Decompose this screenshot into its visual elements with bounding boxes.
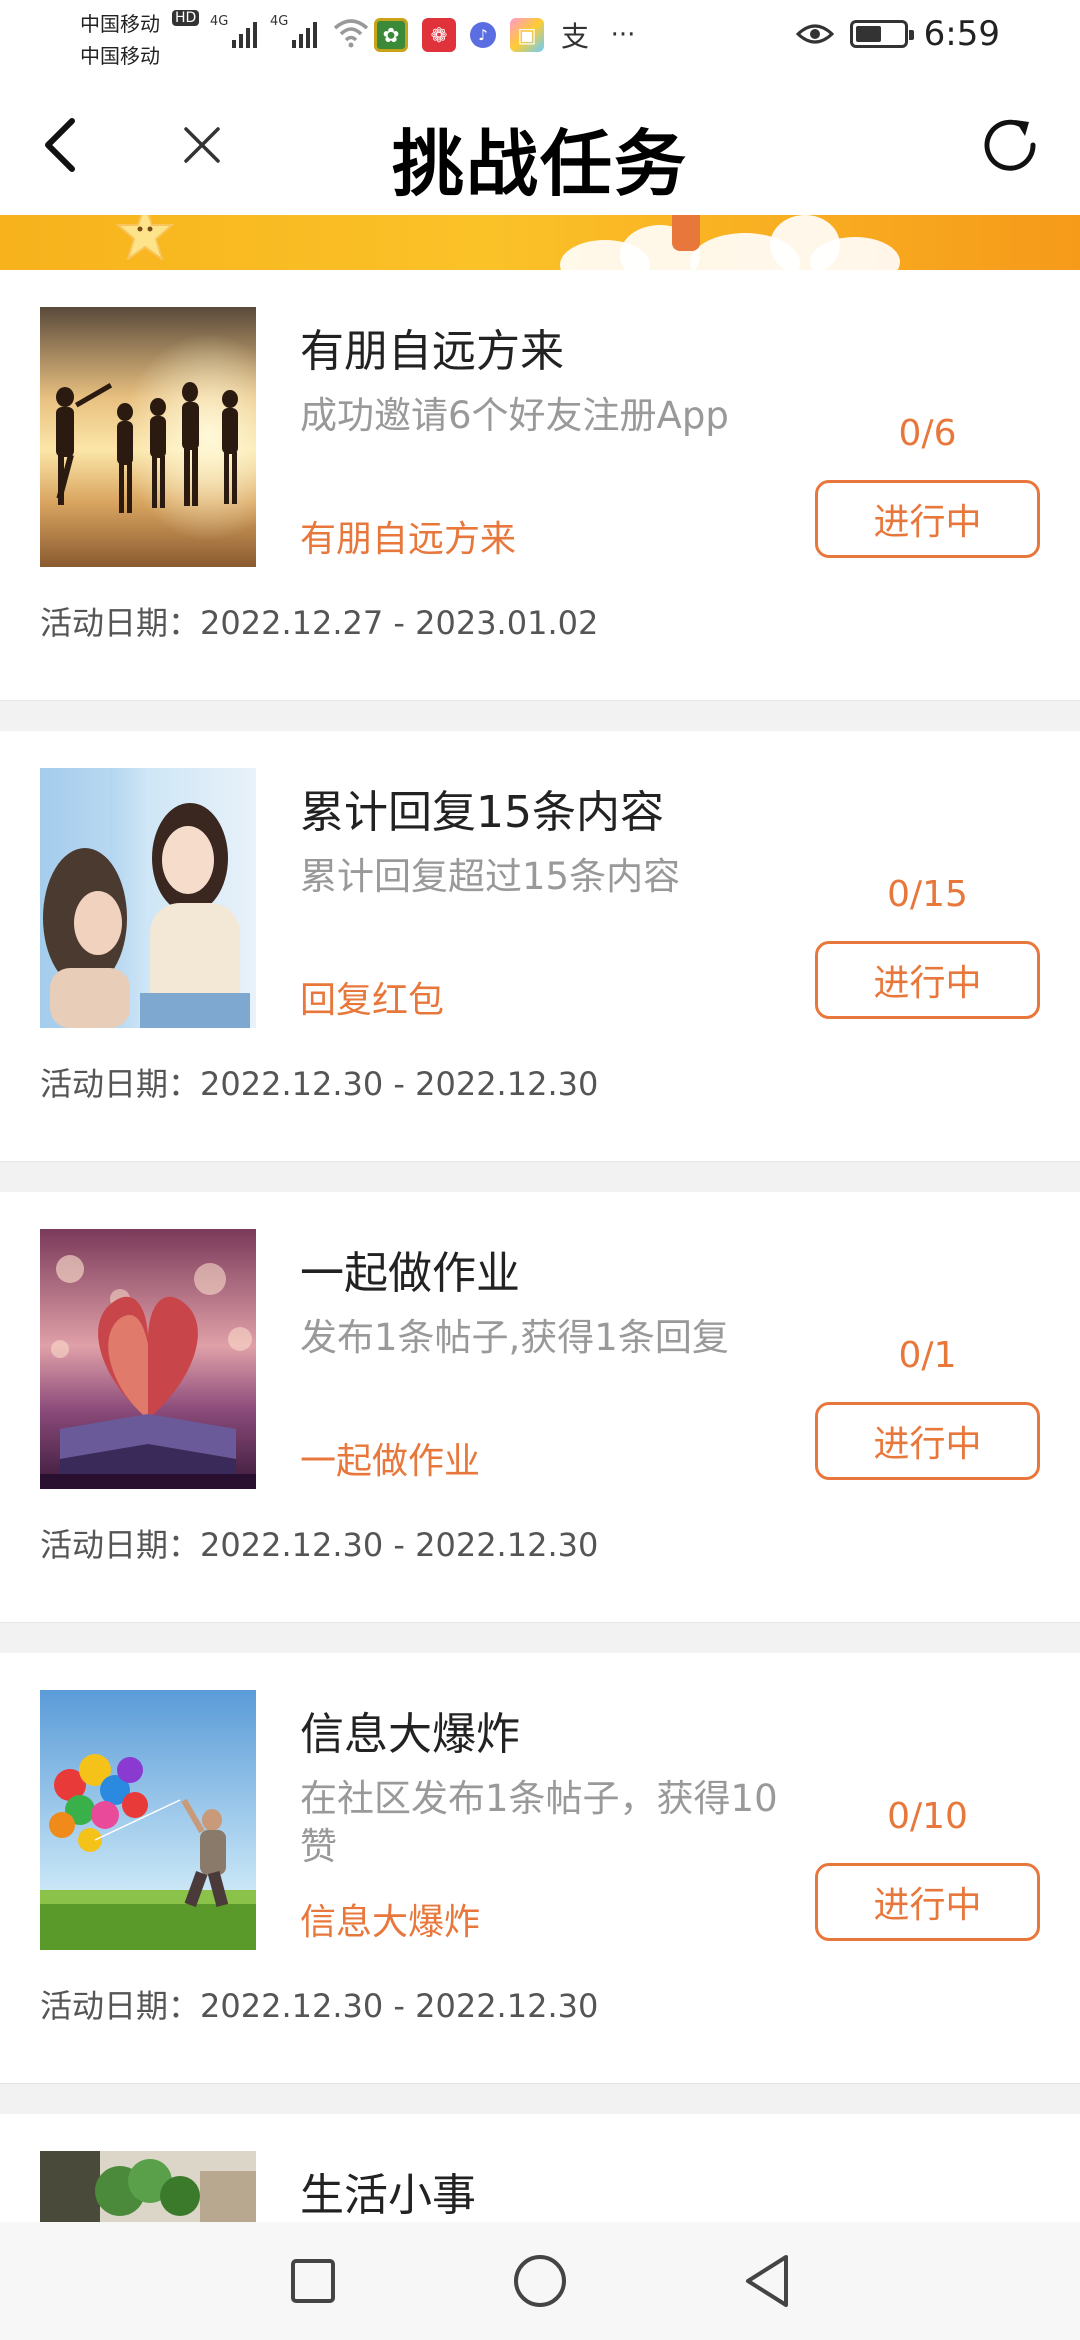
task-tag: 回复红包 (300, 980, 445, 1021)
network-label-2: 4G (270, 14, 289, 29)
pinduoduo-icon: ❁ (422, 18, 456, 52)
task-thumbnail (40, 307, 256, 567)
task-progress: 0/6 (898, 413, 957, 454)
two-girls-image (40, 768, 256, 1028)
task-date: 活动日期：2022.12.27 - 2023.01.02 (40, 604, 599, 642)
system-nav-bar (0, 2222, 1080, 2340)
rocket-decoration-icon (672, 215, 700, 251)
balloons-image (40, 1690, 256, 1950)
task-card[interactable]: 信息大爆炸 在社区发布1条帖子，获得10赞 信息大爆炸 0/10 进行中 活动日… (0, 1653, 1080, 2084)
status-bar: 中国移动 中国移动 HD 4G 4G ✿ ❁ ♪ ▣ 支 ··· 6:59 (0, 0, 1080, 75)
carrier-label-2: 中国移动 (80, 44, 160, 68)
task-date: 活动日期：2022.12.30 - 2022.12.30 (40, 1526, 599, 1564)
task-title: 有朋自远方来 (300, 326, 564, 377)
task-title: 一起做作业 (300, 1248, 520, 1299)
recent-apps-button[interactable] (278, 2246, 348, 2316)
task-title: 信息大爆炸 (300, 1709, 520, 1760)
refresh-button[interactable] (970, 105, 1050, 185)
signal-icon-2 (292, 18, 317, 48)
music-icon: ♪ (470, 22, 496, 48)
page-title: 挑战任务 (391, 122, 688, 206)
task-tag: 有朋自远方来 (300, 519, 517, 560)
home-button[interactable] (505, 2246, 575, 2316)
task-status-button[interactable]: 进行中 (815, 1863, 1040, 1941)
alipay-icon: 支 (560, 20, 589, 53)
battery-fill (855, 26, 881, 42)
hd-badge: HD (172, 10, 200, 26)
clock: 6:59 (923, 14, 1000, 54)
carrier-label-1: 中国移动 (80, 12, 160, 36)
signal-icon (232, 18, 257, 48)
task-description: 在社区发布1条帖子，获得10赞 (300, 1777, 778, 1868)
app-badge-icon: ✿ (374, 18, 408, 52)
task-description: 发布1条帖子,获得1条回复 (300, 1316, 729, 1359)
task-list: 有朋自远方来 成功邀请6个好友注册App 有朋自远方来 0/6 进行中 活动日期… (0, 270, 1080, 2234)
task-status-button[interactable]: 进行中 (815, 941, 1040, 1019)
status-right: 6:59 (795, 14, 1000, 54)
task-title: 累计回复15条内容 (300, 787, 664, 838)
heart-book-image (40, 1229, 256, 1489)
task-card[interactable]: 一起做作业 发布1条帖子,获得1条回复 一起做作业 0/1 进行中 活动日期：2… (0, 1192, 1080, 1623)
network-label-1: 4G (210, 14, 229, 29)
task-tag: 一起做作业 (300, 1441, 481, 1482)
beach-friends-image (40, 307, 256, 567)
refresh-icon (984, 119, 1036, 171)
challenge-banner (0, 215, 1080, 270)
circle-icon (513, 2255, 566, 2307)
more-icon: ··· (610, 20, 636, 50)
task-description: 累计回复超过15条内容 (300, 855, 681, 898)
notification-icons: ✿ ❁ ♪ ▣ 支 ··· (374, 18, 640, 53)
battery-icon (849, 20, 914, 48)
header: 挑战任务 (0, 75, 1080, 215)
task-thumbnail (40, 1690, 256, 1950)
task-thumbnail (40, 768, 256, 1028)
task-progress: 0/15 (887, 874, 968, 915)
square-icon (291, 2259, 336, 2303)
wifi-icon (333, 19, 369, 48)
task-card[interactable]: 有朋自远方来 成功邀请6个好友注册App 有朋自远方来 0/6 进行中 活动日期… (0, 270, 1080, 701)
task-date: 活动日期：2022.12.30 - 2022.12.30 (40, 1987, 599, 2025)
task-card[interactable]: 累计回复15条内容 累计回复超过15条内容 回复红包 0/15 进行中 活动日期… (0, 731, 1080, 1162)
task-title: 生活小事 (300, 2170, 476, 2221)
task-date: 活动日期：2022.12.30 - 2022.12.30 (40, 1065, 599, 1103)
eye-comfort-icon (795, 24, 834, 44)
task-description: 成功邀请6个好友注册App (300, 394, 729, 437)
triangle-back-icon (745, 2255, 788, 2307)
task-status-button[interactable]: 进行中 (815, 480, 1040, 558)
gallery-icon: ▣ (510, 18, 544, 52)
task-card[interactable]: 生活小事 (0, 2114, 1080, 2234)
star-decoration-icon (115, 215, 175, 260)
nav-back-button[interactable] (732, 2246, 802, 2316)
task-progress: 0/1 (898, 1335, 957, 1376)
task-progress: 0/10 (887, 1796, 968, 1837)
task-status-button[interactable]: 进行中 (815, 1402, 1040, 1480)
task-thumbnail (40, 1229, 256, 1489)
task-tag: 信息大爆炸 (300, 1902, 481, 1943)
